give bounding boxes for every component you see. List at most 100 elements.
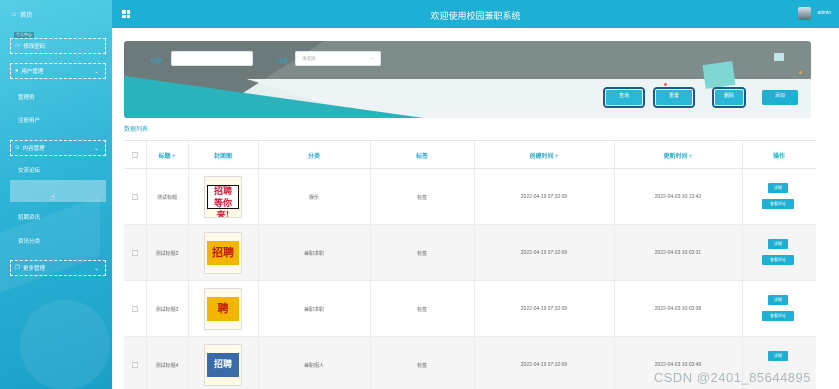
sidebar-home[interactable]: ⌂ 首页 (0, 0, 112, 28)
username[interactable]: admin (817, 10, 831, 16)
col-header-category: 分类 (307, 154, 320, 160)
col-header-created[interactable]: 创建时间 ÷ (474, 151, 614, 160)
table-row: 测试标题2 招聘 兼职求职 标签 2022-04-19 07:32:09 202… (124, 225, 816, 281)
cover-image: 招聘 等你来! (204, 176, 242, 218)
cell-created: 2022-04-19 07:32:09 (520, 194, 568, 200)
avatar[interactable] (798, 7, 811, 20)
column-divider (146, 141, 147, 168)
category-select[interactable]: 请选择 ⌄ (295, 51, 381, 66)
col-header-tag: 标签 (415, 154, 428, 160)
panel-decoration (774, 53, 784, 61)
sidebar-item-user-management[interactable]: ● 用户管理 ⌄ (10, 63, 106, 79)
cell-title: 测试标题2 (155, 251, 179, 257)
sidebar-hover-highlight (10, 180, 106, 202)
detail-button[interactable]: 详情 (768, 183, 788, 193)
cover-text: 招聘 (207, 353, 239, 377)
col-header-cover: 封面图 (213, 154, 232, 160)
view-comments-button[interactable]: 查看评论 (762, 199, 794, 209)
table-row: 测试标题3 聘 兼职求职 标签 2022-04-19 07:32:09 2022… (124, 281, 816, 337)
monitor-icon: ▭ (15, 43, 21, 49)
data-table: 标题 ÷ 封面图 分类 标签 创建时间 ÷ 更新时间 ÷ 操作 测试标题 招聘 … (124, 140, 816, 389)
select-all-checkbox[interactable] (132, 152, 138, 158)
col-header-actions: 操作 (772, 154, 785, 160)
sidebar-item-label: 内容管理 (22, 146, 45, 152)
title-input[interactable] (171, 51, 253, 66)
detail-button[interactable]: 详情 (768, 351, 788, 361)
sidebar-item-change-password[interactable]: ▭ 修改密码 (10, 38, 106, 54)
panel-decoration (664, 83, 667, 86)
cell-created: 2022-04-19 07:32:09 (520, 362, 568, 368)
cover-text: 招聘 (207, 241, 239, 265)
cover-image: 招聘 (204, 232, 242, 274)
cell-created: 2022-04-19 07:32:09 (520, 250, 568, 256)
sidebar-item-admins[interactable]: 管理员 (18, 93, 35, 101)
cover-image: 招聘 (204, 344, 242, 386)
sidebar-item-news-category[interactable]: 资讯分类 (18, 237, 40, 245)
detail-button[interactable]: 详情 (768, 295, 788, 305)
watermark: CSDN @2401_85644895 (653, 370, 811, 385)
cover-text: 聘 (207, 297, 239, 321)
cell-category: 兼职求职 (303, 251, 324, 257)
cell-category: 兼职求职 (303, 307, 324, 313)
row-checkbox[interactable] (132, 306, 138, 312)
search-button[interactable]: 查询 (603, 87, 645, 108)
cell-tag: 标签 (416, 251, 427, 257)
title-label: 标题 (150, 59, 163, 65)
sidebar-item-forum[interactable]: 交流论坛 (18, 166, 40, 174)
row-checkbox[interactable] (132, 194, 138, 200)
chevron-down-icon: ⌄ (93, 265, 99, 272)
sidebar-item-label: 更多管理 (22, 266, 45, 272)
list-title: 数据列表 (124, 127, 149, 133)
cell-tag: 标签 (416, 307, 427, 313)
column-divider (188, 141, 189, 168)
home-icon: ⌂ (12, 10, 17, 18)
chevron-down-icon: ⌄ (369, 55, 374, 61)
cell-updated: 2022-04-03 10:13:42 (654, 194, 702, 200)
sidebar-item-recruit-news[interactable]: 招聘资讯 (18, 213, 40, 221)
delete-button[interactable]: 删除 (712, 87, 746, 108)
chevron-down-icon: ⌄ (93, 68, 99, 75)
sidebar-home-label: 首页 (20, 12, 33, 19)
cell-tag: 标签 (416, 363, 427, 369)
cell-updated: 2022-04-03 10:03:38 (654, 306, 702, 312)
category-placeholder: 请选择 (302, 56, 316, 61)
view-comments-button[interactable]: 查看评论 (762, 255, 794, 265)
panel-decoration (799, 71, 802, 74)
category-label: 分类 (276, 59, 289, 65)
detail-button[interactable]: 详情 (768, 239, 788, 249)
cell-category: 娱乐 (308, 195, 319, 201)
sidebar-item-label: 修改密码 (23, 44, 46, 50)
sidebar-item-more-management[interactable]: ❐ 更多管理 ⌄ (10, 260, 106, 276)
copy-icon: ❐ (15, 265, 20, 271)
sidebar-item-registered-users[interactable]: 注册用户 (18, 116, 40, 124)
sidebar: ⌂ 首页 个人中心 ▭ 修改密码 ● 用户管理 ⌄ 管理员 注册用户 ⊙ 内容管… (0, 0, 112, 389)
cell-title: 测试标题3 (155, 307, 179, 313)
cover-text: 招聘 等你来! (207, 185, 239, 217)
cell-title: 测试标题4 (155, 363, 179, 369)
cell-updated: 2022-04-03 10:03:31 (654, 250, 702, 256)
add-button[interactable]: 添加 (762, 90, 798, 105)
settings-icon: ⊙ (15, 145, 20, 151)
cover-image: 聘 (204, 288, 242, 330)
cell-tag: 标签 (416, 195, 427, 201)
panel-decoration (702, 61, 736, 89)
col-header-updated[interactable]: 更新时间 ÷ (614, 151, 742, 160)
table-header: 标题 ÷ 封面图 分类 标签 创建时间 ÷ 更新时间 ÷ 操作 (124, 140, 816, 169)
reset-button[interactable]: 重置 (653, 87, 695, 108)
cell-updated: 2022-04-03 10:03:49 (654, 362, 702, 368)
view-comments-button[interactable]: 查看评论 (762, 311, 794, 321)
cell-category: 兼职招人 (303, 363, 324, 369)
top-header: 欢迎使用校园兼职系统 admin (112, 0, 839, 28)
row-checkbox[interactable] (132, 250, 138, 256)
cell-title: 测试标题 (156, 195, 177, 201)
table-row: 测试标题 招聘 等你来! 娱乐 标签 2022-04-19 07:32:09 2… (124, 169, 816, 225)
sidebar-item-content-management[interactable]: ⊙ 内容管理 ⌄ (10, 140, 106, 156)
sidebar-item-label: 用户管理 (21, 69, 44, 75)
chevron-down-icon: ⌄ (93, 145, 99, 152)
col-header-title[interactable]: 标题 ÷ (152, 151, 182, 160)
page-title: 欢迎使用校园兼职系统 (430, 11, 521, 21)
row-checkbox[interactable] (132, 362, 138, 368)
user-icon: ● (15, 68, 19, 74)
search-panel: 标题 分类 请选择 ⌄ 查询 重置 删除 添加 (124, 41, 811, 118)
sidebar-decoration (20, 300, 110, 389)
